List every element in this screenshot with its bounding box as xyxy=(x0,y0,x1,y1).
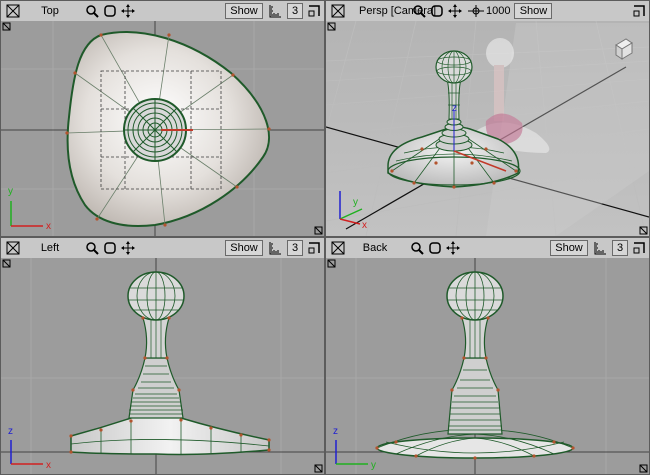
fit-view-icon[interactable] xyxy=(102,240,118,256)
axis-label-z: z xyxy=(333,426,338,437)
zoom-icon[interactable] xyxy=(409,240,425,256)
show-button[interactable]: Show xyxy=(225,3,263,19)
grid-icon[interactable] xyxy=(267,3,283,19)
viewport-canvas-back[interactable]: z y xyxy=(326,258,649,474)
viewport-canvas-left[interactable]: z x xyxy=(1,258,324,474)
grid-icon[interactable] xyxy=(592,240,608,256)
axis-triad-left: z x xyxy=(8,426,51,471)
axis-label-y: y xyxy=(8,186,13,197)
axis-label-x: x xyxy=(46,460,51,471)
maximize-viewport-icon[interactable] xyxy=(5,3,21,19)
zoom-icon[interactable] xyxy=(411,3,427,19)
viewport-left[interactable]: Left Show 3 z x xyxy=(0,237,325,475)
axis-label-x: x xyxy=(362,220,367,231)
axis-label-y: y xyxy=(371,460,376,471)
fly-speed-icon xyxy=(468,5,484,17)
fly-speed[interactable]: 1000 xyxy=(468,5,510,17)
fly-speed-value: 1000 xyxy=(486,5,511,17)
viewport-canvas-top[interactable]: y x xyxy=(1,21,324,236)
axis-triad-top: y x xyxy=(8,186,51,232)
subdivision-count[interactable]: 3 xyxy=(612,240,628,256)
axis-label-z: z xyxy=(452,103,457,114)
viewport-back[interactable]: Back Show 3 z y xyxy=(325,237,650,475)
maximize-viewport-icon[interactable] xyxy=(5,240,21,256)
grid-icon[interactable] xyxy=(267,240,283,256)
pan-icon[interactable] xyxy=(120,240,136,256)
fit-view-icon[interactable] xyxy=(427,240,443,256)
viewport-toolbar: Top Show 3 xyxy=(1,1,324,22)
axis-label-z: z xyxy=(8,426,13,437)
modeling-app: Top Show 3 y x Persp [Camera] 1000 Show … xyxy=(0,0,650,475)
viewport-title[interactable]: Left xyxy=(22,242,78,254)
zoom-icon[interactable] xyxy=(84,3,100,19)
fit-view-icon[interactable] xyxy=(102,3,118,19)
show-button[interactable]: Show xyxy=(514,3,553,19)
maximize-viewport-icon[interactable] xyxy=(330,3,346,19)
axis-label-x: x xyxy=(46,221,51,232)
viewport-title[interactable]: Top xyxy=(22,5,78,17)
layout-icon[interactable] xyxy=(631,3,647,19)
model-wireframe-back xyxy=(375,271,575,460)
model-wireframe-left xyxy=(69,271,271,456)
viewport-toolbar: Back Show 3 xyxy=(326,238,649,259)
viewport-toolbar: Persp [Camera] 1000 Show xyxy=(326,1,649,22)
pan-icon[interactable] xyxy=(120,3,136,19)
axis-triad-back: z y xyxy=(333,426,376,471)
maximize-viewport-icon[interactable] xyxy=(330,240,346,256)
layout-icon[interactable] xyxy=(306,240,322,256)
layout-icon[interactable] xyxy=(631,240,647,256)
show-button[interactable]: Show xyxy=(550,240,588,256)
axis-label-y: y xyxy=(353,197,358,208)
subdivision-count[interactable]: 3 xyxy=(287,3,303,19)
viewport-persp[interactable]: Persp [Camera] 1000 Show z y x xyxy=(325,0,650,237)
viewport-top[interactable]: Top Show 3 y x xyxy=(0,0,325,237)
viewport-canvas-persp[interactable]: z y x xyxy=(326,21,649,236)
layout-icon[interactable] xyxy=(306,3,322,19)
subdivision-count[interactable]: 3 xyxy=(287,240,303,256)
pan-icon[interactable] xyxy=(447,3,463,19)
viewport-toolbar: Left Show 3 xyxy=(1,238,324,259)
pan-icon[interactable] xyxy=(445,240,461,256)
viewport-title[interactable]: Back xyxy=(347,242,403,254)
show-button[interactable]: Show xyxy=(225,240,263,256)
fit-view-icon[interactable] xyxy=(429,3,445,19)
zoom-icon[interactable] xyxy=(84,240,100,256)
